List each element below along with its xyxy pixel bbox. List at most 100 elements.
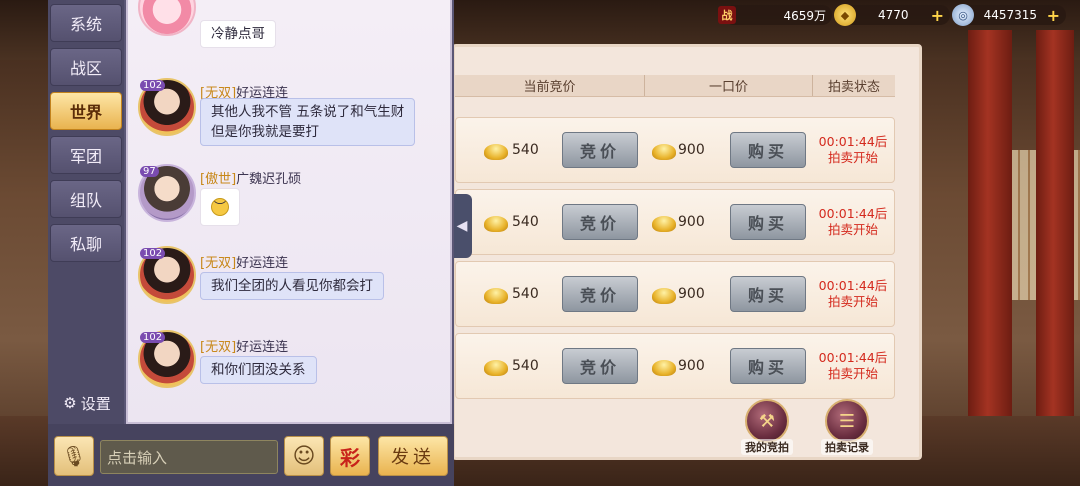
guild-tag: [无双]: [200, 256, 237, 271]
microphone-button[interactable]: 🎙: [54, 436, 94, 476]
battle-power-display: 战 4659万: [718, 5, 832, 25]
auction-panel: 当前竞价 一口价 拍卖状态 540 竞价 900 购买 00:01:44后 拍卖…: [452, 44, 922, 460]
add-silver-button[interactable]: +: [1047, 6, 1060, 25]
status-countdown: 00:01:44后: [818, 206, 888, 221]
status-text: 拍卖开始: [827, 222, 878, 237]
emoji-button[interactable]: ☺: [284, 436, 324, 476]
buyout-price: 900: [678, 142, 705, 158]
gold-ingot-icon: [652, 144, 676, 160]
gold-ingot-icon: [484, 288, 508, 304]
level-badge: 102: [140, 248, 166, 259]
message-bubble: ︶: [200, 188, 240, 226]
buy-button[interactable]: 购买: [730, 348, 806, 384]
collapse-chat-arrow-icon[interactable]: ◀: [452, 194, 472, 258]
tab-world[interactable]: 世界: [50, 92, 122, 130]
status-text: 拍卖开始: [827, 366, 878, 381]
battle-power-value: 4659万: [783, 8, 826, 23]
gold-ingot-icon: ◆: [834, 4, 856, 26]
bid-price: 540: [512, 142, 539, 158]
scroll-icon: ☰: [825, 399, 869, 443]
level-badge: 97: [140, 166, 159, 177]
tab-system[interactable]: 系统: [50, 4, 122, 42]
avatar[interactable]: 102: [138, 330, 196, 388]
tab-war-zone[interactable]: 战区: [50, 48, 122, 86]
bid-button[interactable]: 竞价: [562, 132, 638, 168]
buy-button[interactable]: 购买: [730, 204, 806, 240]
background-pillar: [1036, 30, 1074, 426]
auction-records-button[interactable]: ☰ 拍卖记录: [821, 399, 873, 455]
message-bubble: 冷静点哥: [200, 20, 276, 48]
message-text: 我们全团的人看见你都会打: [211, 278, 373, 294]
chat-input-bar: 🎙 点击输入 ☺ 彩 发送: [48, 424, 454, 486]
auction-status: 00:01:44后 拍卖开始: [814, 206, 892, 238]
buyout-price: 900: [678, 214, 705, 230]
avatar[interactable]: 102: [138, 78, 196, 136]
silver-value: 4457315: [983, 8, 1038, 22]
buy-button[interactable]: 购买: [730, 276, 806, 312]
auction-table-header: 当前竞价 一口价 拍卖状态: [455, 75, 895, 97]
add-gold-button[interactable]: +: [931, 6, 944, 25]
gavel-icon: ⚒: [745, 399, 789, 443]
gold-ingot-icon: [484, 216, 508, 232]
tab-legion[interactable]: 军团: [50, 136, 122, 174]
sad-face-emoji-icon: ︶: [211, 198, 229, 216]
microphone-icon: 🎙: [61, 444, 87, 468]
status-text: 拍卖开始: [827, 150, 878, 165]
gold-ingot-icon: [652, 360, 676, 376]
background-pillar: [968, 30, 1012, 426]
color-text-button[interactable]: 彩: [330, 436, 370, 476]
gold-ingot-icon: [484, 360, 508, 376]
avatar[interactable]: 102: [138, 246, 196, 304]
bid-button[interactable]: 竞价: [562, 348, 638, 384]
send-button[interactable]: 发送: [378, 436, 448, 476]
avatar[interactable]: [138, 0, 196, 36]
status-countdown: 00:01:44后: [818, 134, 888, 149]
bid-price: 540: [512, 358, 539, 374]
silver-display: ◎ 4457315 +: [952, 4, 1066, 26]
message-bubble: 和你们团没关系: [200, 356, 317, 384]
gold-display: ◆ 4770 +: [834, 4, 950, 26]
gold-value: 4770: [878, 8, 909, 22]
sender-name[interactable]: [无双]好运连连: [200, 252, 288, 271]
status-countdown: 00:01:44后: [818, 278, 888, 293]
bid-button[interactable]: 竞价: [562, 204, 638, 240]
guild-tag: [无双]: [200, 340, 237, 355]
auction-row: 540 竞价 900 购买 00:01:44后 拍卖开始: [455, 189, 895, 255]
chat-input[interactable]: 点击输入: [100, 440, 278, 474]
tab-team[interactable]: 组队: [50, 180, 122, 218]
header-auction-status: 拍卖状态: [827, 80, 880, 95]
gold-ingot-icon: [484, 144, 508, 160]
buyout-price: 900: [678, 358, 705, 374]
my-bids-label: 我的竞拍: [741, 439, 793, 455]
level-badge: 102: [140, 332, 166, 343]
sender-name[interactable]: [傲世]广魏迟孔硕: [200, 168, 301, 187]
avatar[interactable]: 97: [138, 164, 196, 222]
status-text: 拍卖开始: [827, 294, 878, 309]
auction-records-label: 拍卖记录: [821, 439, 873, 455]
auction-row: 540 竞价 900 购买 00:01:44后 拍卖开始: [455, 261, 895, 327]
auction-row: 540 竞价 900 购买 00:01:44后 拍卖开始: [455, 333, 895, 399]
bid-price: 540: [512, 286, 539, 302]
level-badge: 102: [140, 80, 166, 91]
status-countdown: 00:01:44后: [818, 350, 888, 365]
auction-status: 00:01:44后 拍卖开始: [814, 134, 892, 166]
my-bids-button[interactable]: ⚒ 我的竞拍: [741, 399, 793, 455]
buy-button[interactable]: 购买: [730, 132, 806, 168]
message-bubble: 我们全团的人看见你都会打: [200, 272, 384, 300]
silver-coin-icon: ◎: [952, 4, 974, 26]
settings-label: 设置: [80, 394, 111, 413]
tab-private[interactable]: 私聊: [50, 224, 122, 262]
header-buyout-price: 一口价: [645, 75, 813, 96]
guild-tag: [傲世]: [200, 172, 237, 187]
settings-button[interactable]: ⚙ 设置: [52, 388, 122, 418]
gold-ingot-icon: [652, 288, 676, 304]
sender-name[interactable]: [无双]好运连连: [200, 336, 288, 355]
auction-row: 540 竞价 900 购买 00:01:44后 拍卖开始: [455, 117, 895, 183]
message-text: 但是你我就是要打: [211, 124, 319, 140]
chat-panel: 系统 战区 世界 军团 组队 私聊 ⚙ 设置 冷静点哥 102 [无双]好运连连…: [48, 0, 454, 486]
battle-power-icon: 战: [718, 6, 736, 24]
chat-channel-tabs: 系统 战区 世界 军团 组队 私聊 ⚙ 设置: [48, 0, 124, 424]
gear-icon: ⚙: [63, 394, 77, 412]
bid-button[interactable]: 竞价: [562, 276, 638, 312]
chat-message-list[interactable]: 冷静点哥 102 [无双]好运连连 其他人我不管 五条说了和气生财 但是你我就是…: [126, 0, 452, 424]
